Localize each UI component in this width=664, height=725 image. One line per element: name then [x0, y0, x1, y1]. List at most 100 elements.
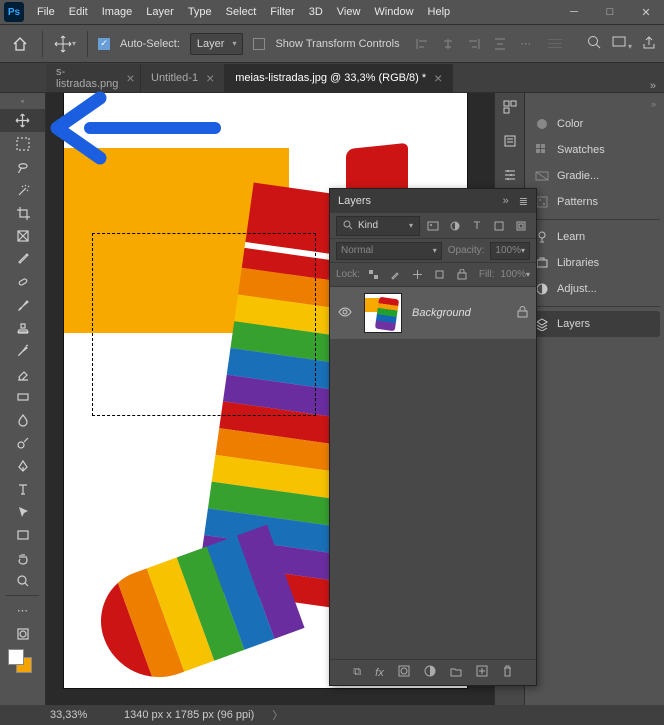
visibility-toggle-icon[interactable]	[338, 307, 354, 320]
search-icon[interactable]	[586, 34, 602, 53]
menu-view[interactable]: View	[330, 0, 368, 24]
gradient-tool[interactable]	[0, 385, 45, 408]
filter-pixel-icon[interactable]	[424, 217, 442, 235]
panel-expand-icon[interactable]: »	[503, 195, 509, 207]
frame-tool[interactable]	[0, 224, 45, 247]
panel-swatches[interactable]: Swatches	[529, 137, 660, 163]
menu-image[interactable]: Image	[95, 0, 140, 24]
align-center-icon[interactable]	[436, 32, 460, 56]
edit-toolbar-icon[interactable]: ⋯	[0, 599, 45, 622]
filter-shape-icon[interactable]	[490, 217, 508, 235]
panel-adjustments[interactable]: Adjust...	[529, 276, 660, 302]
close-icon[interactable]: ×	[434, 70, 442, 86]
distribute-icon[interactable]	[488, 32, 512, 56]
adjustment-layer-icon[interactable]	[424, 665, 436, 680]
auto-select-target-dropdown[interactable]: Layer▾	[190, 33, 244, 55]
window-close-button[interactable]: ✕	[628, 0, 664, 25]
trash-icon[interactable]	[502, 665, 513, 680]
share-icon[interactable]	[642, 35, 656, 52]
link-layers-icon[interactable]: ⧉	[353, 666, 361, 679]
menu-window[interactable]: Window	[367, 0, 420, 24]
panel-menu-icon[interactable]: ≣	[519, 195, 528, 208]
fill-field[interactable]: 100%▾	[500, 269, 530, 280]
move-tool-icon[interactable]: ▾	[53, 32, 77, 56]
window-maximize-button[interactable]: □	[592, 0, 628, 25]
menu-edit[interactable]: Edit	[62, 0, 95, 24]
zoom-level[interactable]: 33,33%	[50, 709, 106, 721]
panel-color[interactable]: Color	[529, 111, 660, 137]
lock-position-icon[interactable]	[410, 267, 426, 283]
layer-name[interactable]: Background	[412, 307, 507, 319]
home-icon[interactable]	[8, 32, 32, 56]
opacity-field[interactable]: 100%▾	[490, 242, 530, 260]
arrange-icon[interactable]	[502, 99, 518, 115]
panel-patterns[interactable]: Patterns	[529, 189, 660, 215]
menu-select[interactable]: Select	[219, 0, 264, 24]
auto-select-checkbox[interactable]: ✓	[98, 38, 110, 50]
magic-wand-tool[interactable]	[0, 178, 45, 201]
crop-tool[interactable]	[0, 201, 45, 224]
marquee-selection[interactable]	[92, 233, 316, 416]
panel-grip-icon[interactable]: «	[0, 99, 45, 105]
doc-dimensions[interactable]: 1340 px x 1785 px (96 ppi)	[124, 709, 254, 721]
mask-icon[interactable]	[398, 665, 410, 680]
pen-tool[interactable]	[0, 454, 45, 477]
layers-panel-titlebar[interactable]: Layers »≣	[330, 189, 536, 213]
filter-adjust-icon[interactable]	[446, 217, 464, 235]
panel-libraries[interactable]: Libraries	[529, 250, 660, 276]
tab-1[interactable]: Untitled-1×	[141, 64, 225, 92]
group-icon[interactable]	[450, 666, 462, 680]
doc-info-chevron-icon[interactable]: 〉	[272, 707, 283, 723]
show-transform-checkbox[interactable]	[253, 38, 265, 50]
lock-icon[interactable]	[517, 306, 528, 321]
lasso-tool[interactable]	[0, 155, 45, 178]
menu-filter[interactable]: Filter	[263, 0, 301, 24]
new-layer-icon[interactable]	[476, 665, 488, 680]
shape-tool[interactable]	[0, 523, 45, 546]
menu-help[interactable]: Help	[421, 0, 458, 24]
close-icon[interactable]: ×	[126, 70, 134, 86]
properties-icon[interactable]	[502, 167, 518, 183]
layer-row[interactable]: Background	[330, 287, 536, 339]
lock-artboard-icon[interactable]	[432, 267, 448, 283]
filter-smart-icon[interactable]	[512, 217, 530, 235]
marquee-tool[interactable]	[0, 132, 45, 155]
layer-filter-kind-dropdown[interactable]: Kind ▾	[336, 216, 420, 236]
layer-thumbnail[interactable]	[364, 293, 402, 333]
history-icon[interactable]	[502, 133, 518, 149]
3d-mode-icon[interactable]	[548, 39, 562, 48]
menu-type[interactable]: Type	[181, 0, 219, 24]
tab-0[interactable]: s-listradas.png×	[46, 64, 141, 92]
close-icon[interactable]: ×	[206, 70, 214, 86]
blur-tool[interactable]	[0, 408, 45, 431]
color-swatches[interactable]	[0, 649, 45, 675]
history-brush-tool[interactable]	[0, 339, 45, 362]
align-right-icon[interactable]	[462, 32, 486, 56]
menu-3d[interactable]: 3D	[302, 0, 330, 24]
panel-gradients[interactable]: Gradie...	[529, 163, 660, 189]
dodge-tool[interactable]	[0, 431, 45, 454]
brush-tool[interactable]	[0, 293, 45, 316]
fx-icon[interactable]: fx	[375, 667, 384, 679]
path-select-tool[interactable]	[0, 500, 45, 523]
lock-all-icon[interactable]	[454, 267, 470, 283]
move-tool[interactable]	[0, 109, 45, 132]
type-tool[interactable]	[0, 477, 45, 500]
tab-overflow-icon[interactable]: »	[642, 80, 664, 92]
blend-mode-dropdown[interactable]: Normal▾	[336, 242, 442, 260]
eyedropper-tool[interactable]	[0, 247, 45, 270]
filter-type-icon[interactable]: T	[468, 217, 486, 235]
tab-2[interactable]: meias-listradas.jpg @ 33,3% (RGB/8) *×	[225, 64, 453, 92]
eraser-tool[interactable]	[0, 362, 45, 385]
panel-learn[interactable]: Learn	[529, 224, 660, 250]
align-left-icon[interactable]	[410, 32, 434, 56]
hand-tool[interactable]	[0, 546, 45, 569]
menu-layer[interactable]: Layer	[139, 0, 181, 24]
panel-layers-tab[interactable]: Layers	[529, 311, 660, 337]
screen-mode-icon[interactable]: ▾	[612, 35, 632, 52]
lock-brush-icon[interactable]	[388, 267, 404, 283]
window-minimize-button[interactable]: ─	[556, 0, 592, 25]
quick-mask-icon[interactable]	[0, 622, 45, 645]
healing-tool[interactable]	[0, 270, 45, 293]
stamp-tool[interactable]	[0, 316, 45, 339]
